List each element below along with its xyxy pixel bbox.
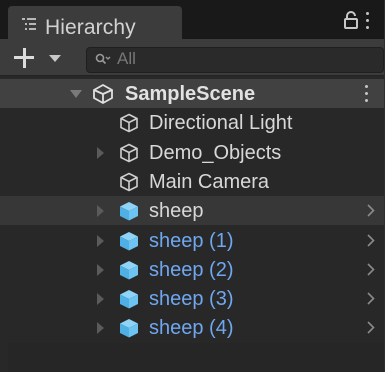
fold-closed-icon[interactable] <box>97 235 104 247</box>
chevron-right-icon[interactable] <box>367 321 375 334</box>
empty-area <box>8 343 384 372</box>
fold-closed-icon[interactable] <box>97 293 104 305</box>
hierarchy-item-sheep-1[interactable]: sheep (1) <box>0 226 384 255</box>
item-label: sheep (1) <box>149 230 234 252</box>
chevron-right-icon[interactable] <box>367 292 375 305</box>
chevron-down-icon <box>49 55 61 62</box>
chevron-right-icon[interactable] <box>367 263 375 276</box>
lock-icon[interactable] <box>344 11 358 29</box>
scene-name: SampleScene <box>125 83 256 105</box>
create-dropdown-button[interactable] <box>12 47 68 69</box>
more-options-icon[interactable] <box>365 11 371 29</box>
hierarchy-panel: Hierarchy All SampleScene Directional Li… <box>0 0 385 372</box>
hierarchy-item-sheep-2[interactable]: sheep (2) <box>0 255 384 284</box>
item-label: sheep (4) <box>149 317 234 339</box>
fold-closed-icon[interactable] <box>97 147 104 159</box>
scene-more-options-icon[interactable] <box>364 84 370 102</box>
fold-closed-icon[interactable] <box>97 322 104 334</box>
search-input[interactable]: All <box>86 47 384 73</box>
chevron-right-icon[interactable] <box>367 234 375 247</box>
item-label: sheep <box>149 200 204 222</box>
fold-closed-icon[interactable] <box>97 205 104 217</box>
hierarchy-item-main-camera[interactable]: Main Camera <box>0 167 384 196</box>
hierarchy-list-icon <box>22 18 36 30</box>
prefab-cube-icon <box>118 230 140 252</box>
unity-logo-icon <box>92 83 114 105</box>
search-icon <box>95 53 111 67</box>
chevron-right-icon[interactable] <box>367 204 375 217</box>
gameobject-cube-icon <box>118 112 140 134</box>
prefab-cube-icon <box>118 259 140 281</box>
hierarchy-item-demo-objects[interactable]: Demo_Objects <box>0 138 384 167</box>
tab-title: Hierarchy <box>45 16 136 39</box>
prefab-cube-icon <box>118 200 140 222</box>
item-label: Directional Light <box>149 112 293 134</box>
prefab-cube-icon <box>118 288 140 310</box>
tab-bar: Hierarchy <box>0 0 384 39</box>
prefab-cube-icon <box>118 317 140 339</box>
hierarchy-item-sheep-4[interactable]: sheep (4) <box>0 313 384 342</box>
gameobject-cube-icon <box>118 142 140 164</box>
fold-closed-icon[interactable] <box>97 264 104 276</box>
item-label: Main Camera <box>149 171 270 193</box>
tab-hierarchy[interactable]: Hierarchy <box>8 6 182 39</box>
item-label: Demo_Objects <box>149 142 282 164</box>
hierarchy-item-sheep-3[interactable]: sheep (3) <box>0 284 384 313</box>
hierarchy-item-sheep[interactable]: sheep <box>0 196 384 225</box>
item-label: sheep (3) <box>149 288 234 310</box>
item-label: sheep (2) <box>149 259 234 281</box>
fold-open-icon[interactable] <box>70 90 82 98</box>
search-placeholder: All <box>117 49 136 68</box>
hierarchy-item-directional-light[interactable]: Directional Light <box>0 108 384 137</box>
gameobject-cube-icon <box>118 171 140 193</box>
scene-row-samplescene[interactable]: SampleScene <box>0 79 384 108</box>
